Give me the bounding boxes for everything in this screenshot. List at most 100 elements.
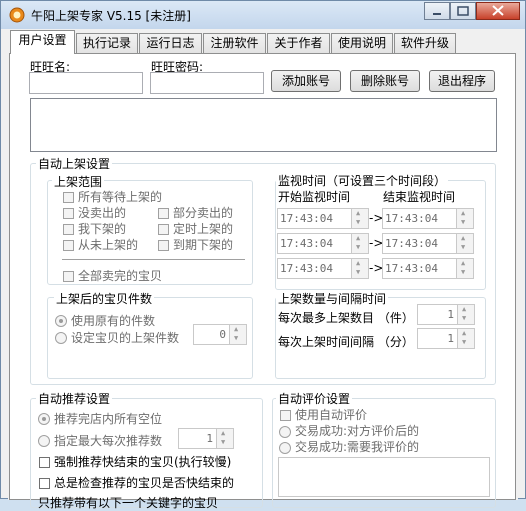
spin-up-icon: ▲ (461, 234, 466, 242)
interval-time-value: 1 (447, 332, 454, 345)
period2-start-spinner[interactable]: ▲ ▼ (351, 234, 368, 253)
count-original-radio[interactable] (55, 315, 67, 327)
recommend-max-radio[interactable] (38, 435, 50, 447)
spin-down-icon: ▼ (356, 268, 361, 276)
period2-start-value: 17:43:04 (280, 237, 333, 250)
count-spin-buttons[interactable]: ▲ ▼ (229, 325, 246, 344)
scope-all-waiting-label: 所有等待上架的 (78, 190, 163, 204)
tab-register[interactable]: 注册软件 (203, 33, 266, 53)
monitor-end-label: 结束监视时间 (383, 190, 456, 204)
spin-up-icon: ▲ (221, 429, 226, 437)
spin-down-icon: ▼ (461, 268, 466, 276)
scope-sold-out-label: 全部卖完的宝贝 (78, 269, 163, 283)
spin-down-icon: ▼ (462, 338, 467, 346)
spin-down-icon: ▼ (462, 314, 467, 322)
tab-help[interactable]: 使用说明 (331, 33, 393, 53)
review-use-label: 使用自动评价 (295, 408, 368, 422)
period2-end-spinner[interactable]: ▲ ▼ (456, 234, 473, 253)
interval-max-value: 1 (447, 308, 454, 321)
interval-time-label: 每次上架时间间隔 （分） (278, 335, 414, 349)
review-need-radio[interactable] (279, 442, 291, 454)
interval-max-spin-buttons[interactable]: ▲ ▼ (457, 305, 474, 324)
minimize-icon (433, 13, 441, 15)
review-after-label: 交易成功:对方评价后的 (295, 424, 420, 438)
interval-time-spin-buttons[interactable]: ▲ ▼ (457, 329, 474, 348)
tab-about[interactable]: 关于作者 (267, 33, 330, 53)
window-title: 午阳上架专家 V5.15 [未注册] (31, 9, 191, 23)
period3-start-spinner[interactable]: ▲ ▼ (351, 259, 368, 278)
close-button[interactable] (476, 2, 520, 20)
user-settings-panel: 旺旺名: 旺旺密码: 添加账号 删除账号 退出程序 自动上架设置 上架范围 所有… (9, 53, 516, 510)
interval-time-spinner[interactable]: 1 ▲ ▼ (417, 328, 475, 349)
scope-unsold-label: 没卖出的 (78, 206, 127, 220)
recommend-check-label: 总是检查推荐的宝贝是否快结束的 (54, 476, 235, 490)
count-set-radio[interactable] (55, 332, 67, 344)
recommend-all-label: 推荐完店内所有空位 (54, 412, 163, 426)
period2-end-value: 17:43:04 (385, 237, 438, 250)
spin-down-icon: ▼ (461, 243, 466, 251)
scope-unsold-checkbox[interactable] (63, 208, 74, 219)
period1-start-spinner[interactable]: ▲ ▼ (351, 209, 368, 228)
recommend-max-label: 指定最大每次推荐数 (54, 434, 163, 448)
review-title: 自动评价设置 (276, 390, 353, 407)
password-input[interactable] (150, 72, 264, 94)
review-after-radio[interactable] (279, 426, 291, 438)
scope-all-waiting-checkbox[interactable] (63, 192, 74, 203)
scope-scheduled-checkbox[interactable] (158, 224, 169, 235)
scope-scheduled-label: 定时上架的 (173, 222, 234, 236)
delete-account-button[interactable]: 删除账号 (350, 70, 420, 92)
scope-expired-label: 到期下架的 (173, 238, 234, 252)
count-value: 0 (219, 328, 226, 341)
interval-title: 上架数量与间隔时间 (276, 290, 389, 307)
spin-up-icon: ▲ (462, 305, 467, 313)
review-need-label: 交易成功:需要我评价的 (295, 440, 420, 454)
app-icon (9, 7, 25, 23)
monitor-title: 监视时间（可设置三个时间段） (276, 172, 449, 189)
scope-sold-out-checkbox[interactable] (63, 271, 74, 282)
recommend-all-radio[interactable] (38, 413, 50, 425)
auto-listing-title: 自动上架设置 (36, 155, 113, 172)
spin-down-icon: ▼ (461, 218, 466, 226)
count-title: 上架后的宝贝件数 (54, 290, 155, 307)
review-text-area[interactable] (278, 457, 490, 497)
scope-partial-checkbox[interactable] (158, 208, 169, 219)
interval-max-spinner[interactable]: 1 ▲ ▼ (417, 304, 475, 325)
interval-max-label: 每次最多上架数目 （件） (278, 311, 414, 325)
recommend-max-spin-buttons[interactable]: ▲ ▼ (216, 429, 233, 448)
spin-up-icon: ▲ (356, 259, 361, 267)
review-use-checkbox[interactable] (280, 410, 291, 421)
account-name-input[interactable] (29, 72, 143, 94)
count-set-label: 设定宝贝的上架件数 (71, 331, 180, 345)
maximize-button[interactable] (450, 2, 476, 20)
close-icon (492, 5, 504, 16)
exit-button[interactable]: 退出程序 (429, 70, 495, 92)
period2-start-time[interactable]: 17:43:04 ▲ ▼ (277, 233, 369, 254)
period1-end-spinner[interactable]: ▲ ▼ (456, 209, 473, 228)
scope-never-listed-label: 从未上架的 (78, 238, 139, 252)
scope-expired-checkbox[interactable] (158, 240, 169, 251)
scope-never-listed-checkbox[interactable] (63, 240, 74, 251)
spin-down-icon: ▼ (234, 334, 239, 342)
tab-user-settings[interactable]: 用户设置 (10, 30, 75, 54)
add-account-button[interactable]: 添加账号 (271, 70, 341, 92)
period3-end-time[interactable]: 17:43:04 ▲ ▼ (382, 258, 474, 279)
tab-execution-log[interactable]: 执行记录 (76, 33, 138, 53)
period3-end-spinner[interactable]: ▲ ▼ (456, 259, 473, 278)
spin-up-icon: ▲ (462, 329, 467, 337)
tab-upgrade[interactable]: 软件升级 (394, 33, 456, 53)
recommend-force-checkbox[interactable] (39, 457, 50, 468)
minimize-button[interactable] (424, 2, 450, 20)
recommend-title: 自动推荐设置 (36, 390, 113, 407)
recommend-max-spinner[interactable]: 1 ▲ ▼ (178, 428, 234, 449)
scope-delisted-checkbox[interactable] (63, 224, 74, 235)
period2-end-time[interactable]: 17:43:04 ▲ ▼ (382, 233, 474, 254)
period3-start-time[interactable]: 17:43:04 ▲ ▼ (277, 258, 369, 279)
period1-start-time[interactable]: 17:43:04 ▲ ▼ (277, 208, 369, 229)
recommend-check-checkbox[interactable] (39, 478, 50, 489)
tab-run-log[interactable]: 运行日志 (139, 33, 202, 53)
count-value-spinner[interactable]: 0 ▲ ▼ (193, 324, 247, 345)
period3-end-value: 17:43:04 (385, 262, 438, 275)
period1-end-time[interactable]: 17:43:04 ▲ ▼ (382, 208, 474, 229)
maximize-icon (457, 6, 469, 16)
account-list[interactable] (30, 98, 497, 152)
